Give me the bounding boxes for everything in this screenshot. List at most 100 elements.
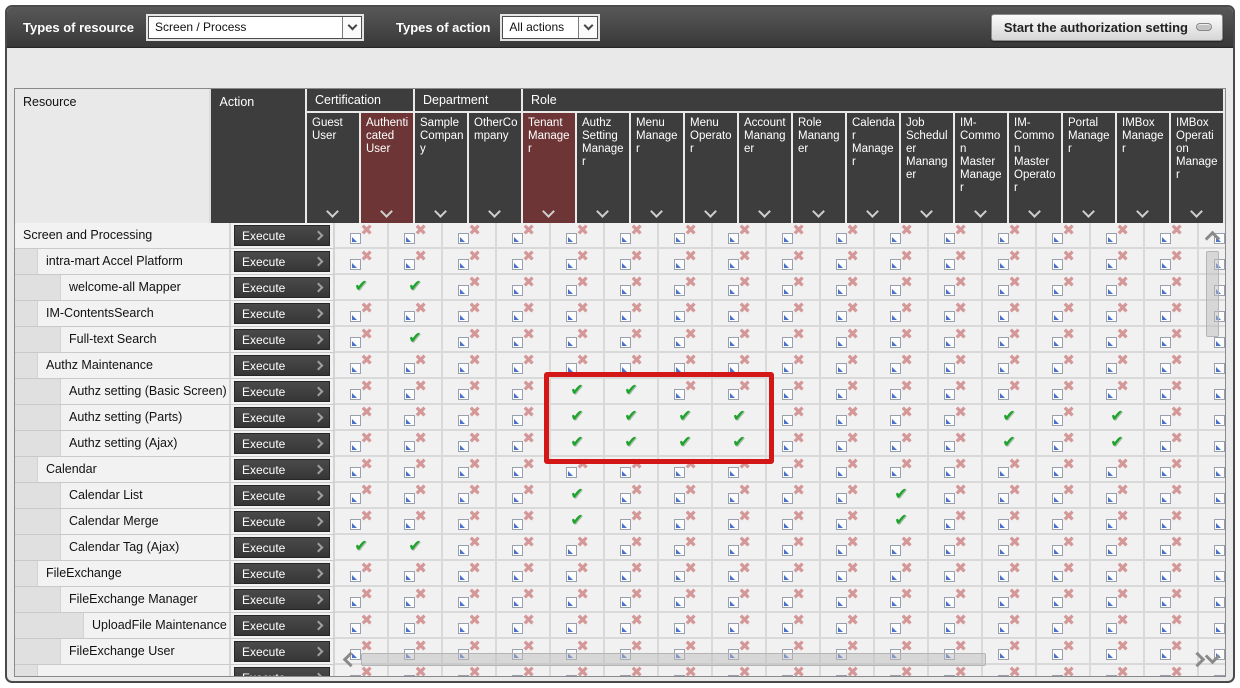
- permission-cell[interactable]: ✖: [983, 223, 1037, 249]
- permission-cell[interactable]: ✖: [767, 509, 821, 535]
- permission-cell[interactable]: ✖: [875, 587, 929, 613]
- permission-cell[interactable]: ✖: [983, 353, 1037, 379]
- permission-cell[interactable]: ✖: [551, 587, 605, 613]
- permission-cell[interactable]: ✖: [929, 379, 983, 405]
- target-column-header[interactable]: Authenticated User: [361, 113, 415, 223]
- permission-cell[interactable]: ✖: [335, 353, 389, 379]
- permission-cell[interactable]: ✖: [713, 223, 767, 249]
- permission-cell[interactable]: ✖: [605, 483, 659, 509]
- resource-type-select[interactable]: Screen / Process: [148, 16, 362, 39]
- permission-cell[interactable]: ✖: [497, 249, 551, 275]
- permission-cell[interactable]: ✖: [443, 587, 497, 613]
- permission-cell[interactable]: ✖: [389, 509, 443, 535]
- permission-cell[interactable]: ✖: [983, 535, 1037, 561]
- execute-action-button[interactable]: Execute: [234, 355, 330, 376]
- target-column-header[interactable]: Guest User: [307, 113, 361, 223]
- permission-cell[interactable]: ✖: [1037, 509, 1091, 535]
- permission-cell[interactable]: ✖: [1145, 275, 1199, 301]
- permission-cell[interactable]: ✖: [335, 379, 389, 405]
- permission-cell[interactable]: ✖: [443, 431, 497, 457]
- permission-cell[interactable]: ✖: [605, 535, 659, 561]
- permission-cell[interactable]: ✔: [551, 431, 605, 457]
- permission-cell[interactable]: ✖: [767, 431, 821, 457]
- permission-cell[interactable]: ✖: [1145, 379, 1199, 405]
- execute-action-button[interactable]: Execute: [234, 537, 330, 558]
- permission-cell[interactable]: ✖: [929, 587, 983, 613]
- target-column-header[interactable]: Tenant Manager: [523, 113, 577, 223]
- permission-cell[interactable]: ✖: [929, 431, 983, 457]
- target-column-header[interactable]: IMBox Manager: [1117, 113, 1171, 223]
- permission-cell[interactable]: ✖: [497, 613, 551, 639]
- permission-cell[interactable]: ✖: [1037, 431, 1091, 457]
- permission-cell[interactable]: ✖: [713, 483, 767, 509]
- permission-cell[interactable]: ✖: [875, 223, 929, 249]
- permission-cell[interactable]: ✖: [443, 223, 497, 249]
- permission-cell[interactable]: ✖: [1145, 431, 1199, 457]
- action-type-select[interactable]: All actions: [502, 16, 598, 39]
- execute-action-button[interactable]: Execute: [234, 563, 330, 584]
- scroll-up-icon[interactable]: [1205, 231, 1221, 247]
- permission-cell[interactable]: ✖: [983, 457, 1037, 483]
- execute-action-button[interactable]: Execute: [234, 589, 330, 610]
- permission-cell[interactable]: ✖: [1091, 457, 1145, 483]
- permission-cell[interactable]: ✔: [335, 275, 389, 301]
- permission-cell[interactable]: ✖: [875, 327, 929, 353]
- permission-cell[interactable]: ✖: [497, 275, 551, 301]
- permission-cell[interactable]: ✖: [335, 457, 389, 483]
- permission-cell[interactable]: ✖: [767, 249, 821, 275]
- permission-cell[interactable]: ✖: [1145, 301, 1199, 327]
- permission-cell[interactable]: ✖: [1145, 535, 1199, 561]
- target-column-header[interactable]: IMBox Operation Manager: [1171, 113, 1225, 223]
- permission-cell[interactable]: ✔: [713, 405, 767, 431]
- permission-cell[interactable]: ✖: [1037, 405, 1091, 431]
- permission-cell[interactable]: ✖: [497, 561, 551, 587]
- permission-cell[interactable]: ✖: [443, 483, 497, 509]
- permission-cell[interactable]: ✖: [389, 301, 443, 327]
- permission-cell[interactable]: ✔: [713, 431, 767, 457]
- permission-cell[interactable]: ✖: [929, 561, 983, 587]
- permission-cell[interactable]: ✖: [551, 327, 605, 353]
- permission-cell[interactable]: ✖: [713, 353, 767, 379]
- permission-cell[interactable]: ✖: [1145, 405, 1199, 431]
- permission-cell[interactable]: ✔: [605, 405, 659, 431]
- execute-action-button[interactable]: Execute: [234, 329, 330, 350]
- permission-cell[interactable]: ✖: [443, 613, 497, 639]
- permission-cell[interactable]: ✖: [821, 561, 875, 587]
- permission-cell[interactable]: ✖: [1091, 249, 1145, 275]
- permission-cell[interactable]: ✖: [1037, 275, 1091, 301]
- permission-cell[interactable]: ✖: [929, 249, 983, 275]
- permission-cell[interactable]: ✖: [335, 405, 389, 431]
- permission-cell[interactable]: ✖: [497, 535, 551, 561]
- execute-action-button[interactable]: Execute: [234, 641, 330, 662]
- target-column-header[interactable]: OtherCompany: [469, 113, 523, 223]
- execute-action-button[interactable]: Execute: [234, 251, 330, 272]
- permission-cell[interactable]: ✖: [1091, 613, 1145, 639]
- permission-cell[interactable]: ✖: [605, 249, 659, 275]
- permission-cell[interactable]: ✖: [497, 457, 551, 483]
- permission-cell[interactable]: ✖: [443, 275, 497, 301]
- permission-cell[interactable]: ✖: [983, 483, 1037, 509]
- permission-cell[interactable]: ✖: [497, 301, 551, 327]
- permission-cell[interactable]: ✔: [659, 405, 713, 431]
- permission-cell[interactable]: ✖: [659, 483, 713, 509]
- permission-cell[interactable]: ✖: [443, 535, 497, 561]
- permission-cell[interactable]: ✖: [1037, 457, 1091, 483]
- target-column-header[interactable]: Account Mananger: [739, 113, 793, 223]
- permission-cell[interactable]: ✖: [929, 301, 983, 327]
- permission-cell[interactable]: ✖: [659, 327, 713, 353]
- permission-cell[interactable]: ✖: [605, 353, 659, 379]
- permission-cell[interactable]: ✖: [767, 275, 821, 301]
- permission-cell[interactable]: ✖: [1037, 327, 1091, 353]
- permission-cell[interactable]: ✖: [929, 405, 983, 431]
- permission-cell[interactable]: ✖: [605, 275, 659, 301]
- scroll-left-icon[interactable]: [343, 652, 359, 668]
- permission-cell[interactable]: ✖: [713, 249, 767, 275]
- permission-cell[interactable]: ✖: [767, 561, 821, 587]
- permission-cell[interactable]: ✖: [659, 379, 713, 405]
- scroll-right-icon[interactable]: [1190, 652, 1206, 668]
- permission-cell[interactable]: ✖: [875, 379, 929, 405]
- execute-action-button[interactable]: Execute: [234, 459, 330, 480]
- permission-cell[interactable]: ✔: [983, 431, 1037, 457]
- permission-cell[interactable]: ✖: [983, 275, 1037, 301]
- permission-cell[interactable]: ✖: [1145, 561, 1199, 587]
